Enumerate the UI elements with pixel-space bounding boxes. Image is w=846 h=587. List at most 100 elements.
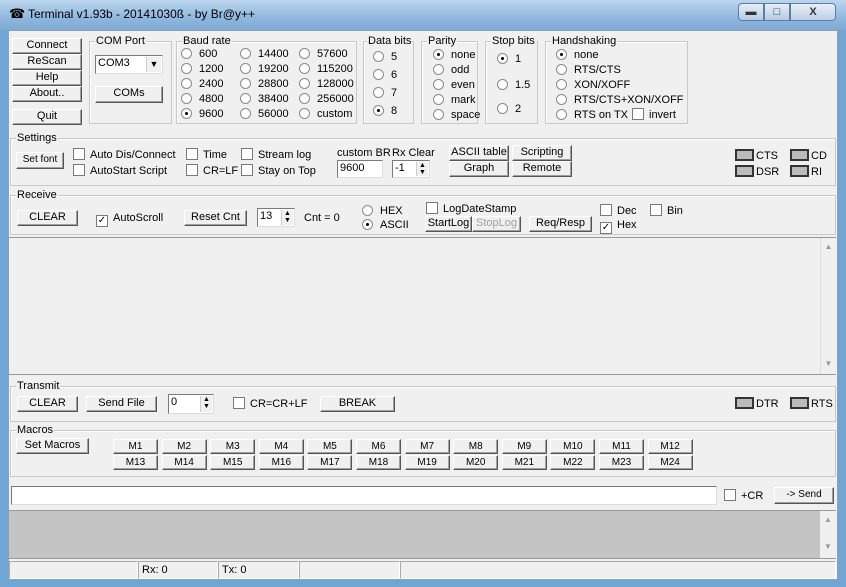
reset-cnt-button[interactable]: Reset Cnt <box>184 210 247 226</box>
baud-radio-57600[interactable]: 57600 <box>299 48 348 61</box>
transmit-clear-button[interactable]: CLEAR <box>17 396 78 412</box>
data-bits-radio-8[interactable]: 8 <box>373 105 397 118</box>
cr-lf-checkbox[interactable]: CR=LF <box>186 164 238 178</box>
macro-button-m19[interactable]: M19 <box>404 455 450 470</box>
macro-button-m5[interactable]: M5 <box>307 439 353 454</box>
data-bits-radio-6[interactable]: 6 <box>373 69 397 82</box>
baud-radio-256000[interactable]: 256000 <box>299 93 354 106</box>
handshaking-radio-rts-cts-xon-xoff[interactable]: RTS/CTS+XON/XOFF <box>556 94 684 107</box>
dec-checkbox[interactable]: Dec <box>600 204 637 218</box>
baud-radio-115200[interactable]: 115200 <box>299 63 353 76</box>
parity-radio-space[interactable]: space <box>433 109 480 122</box>
invert-checkbox[interactable]: invert <box>632 108 676 122</box>
baud-radio-2400[interactable]: 2400 <box>181 78 223 91</box>
graph-button[interactable]: Graph <box>449 161 509 177</box>
start-log-button[interactable]: StartLog <box>425 216 472 232</box>
macro-button-m20[interactable]: M20 <box>453 455 499 470</box>
macro-button-m9[interactable]: M9 <box>501 439 547 454</box>
stop-bits-radio-1[interactable]: 1 <box>497 53 521 66</box>
autoscroll-checkbox[interactable]: ✓ AutoScroll <box>96 212 163 227</box>
macro-button-m15[interactable]: M15 <box>210 455 256 470</box>
quit-button[interactable]: Quit <box>12 109 82 125</box>
baud-radio-38400[interactable]: 38400 <box>240 93 289 106</box>
coms-button[interactable]: COMs <box>95 86 163 103</box>
cr-cr-lf-checkbox[interactable]: CR=CR+LF <box>233 397 307 411</box>
set-font-button[interactable]: Set font <box>16 152 64 169</box>
spinner-arrows-icon[interactable]: ▲ ▼ <box>200 396 212 412</box>
baud-radio-19200[interactable]: 19200 <box>240 63 289 76</box>
parity-radio-odd[interactable]: odd <box>433 64 469 77</box>
parity-radio-mark[interactable]: mark <box>433 94 475 107</box>
dtr-indicator[interactable]: DTR <box>735 397 779 411</box>
macro-button-m2[interactable]: M2 <box>161 439 207 454</box>
macro-button-m10[interactable]: M10 <box>550 439 596 454</box>
handshaking-radio-xon-xoff[interactable]: XON/XOFF <box>556 79 630 92</box>
baud-radio-56000[interactable]: 56000 <box>240 108 289 121</box>
macro-button-m14[interactable]: M14 <box>161 455 207 470</box>
handshaking-radio-rts-on-tx[interactable]: RTS on TX <box>556 109 628 122</box>
macro-button-m21[interactable]: M21 <box>501 455 547 470</box>
chevron-down-icon[interactable]: ▼ <box>146 57 161 72</box>
history-area[interactable] <box>8 510 836 559</box>
stop-bits-radio-2[interactable]: 2 <box>497 103 521 116</box>
receive-scrollbar[interactable]: ▲ ▼ <box>820 238 836 374</box>
baud-radio-1200[interactable]: 1200 <box>181 63 223 76</box>
history-scrollbar[interactable]: ▲ ▼ <box>820 511 836 558</box>
baud-radio-28800[interactable]: 28800 <box>240 78 289 91</box>
macro-button-m22[interactable]: M22 <box>550 455 596 470</box>
log-date-stamp-checkbox[interactable]: LogDateStamp <box>426 202 516 216</box>
macro-button-m16[interactable]: M16 <box>258 455 304 470</box>
baud-radio-128000[interactable]: 128000 <box>299 78 354 91</box>
macro-button-m12[interactable]: M12 <box>647 439 693 454</box>
macro-button-m4[interactable]: M4 <box>258 439 304 454</box>
macro-button-m7[interactable]: M7 <box>404 439 450 454</box>
bin-checkbox[interactable]: Bin <box>650 204 683 218</box>
baud-radio-9600[interactable]: 9600 <box>181 108 223 121</box>
ascii-table-button[interactable]: ASCII table <box>449 145 509 161</box>
minimize-button[interactable]: ▬ <box>738 3 764 21</box>
baud-radio-600[interactable]: 600 <box>181 48 217 61</box>
send-input[interactable] <box>11 486 717 505</box>
macro-button-m6[interactable]: M6 <box>356 439 401 454</box>
receive-text-area[interactable] <box>8 237 836 375</box>
macro-button-m1[interactable]: M1 <box>113 439 158 454</box>
handshaking-radio-rts-cts[interactable]: RTS/CTS <box>556 64 621 77</box>
help-button[interactable]: Help <box>12 70 82 86</box>
parity-radio-none[interactable]: none <box>433 49 475 62</box>
rescan-button[interactable]: ReScan <box>12 54 82 70</box>
plus-cr-checkbox[interactable]: +CR <box>724 489 763 503</box>
rts-indicator[interactable]: RTS <box>790 397 833 411</box>
maximize-button[interactable]: □ <box>764 3 790 21</box>
hex-checkbox[interactable]: ✓ Hex <box>600 219 637 234</box>
set-macros-button[interactable]: Set Macros <box>16 438 89 454</box>
auto-dis-connect-checkbox[interactable]: Auto Dis/Connect <box>73 148 176 162</box>
macro-button-m11[interactable]: M11 <box>599 439 644 454</box>
spinner-arrows-icon[interactable]: ▲ ▼ <box>416 162 428 176</box>
receive-clear-button[interactable]: CLEAR <box>17 210 78 226</box>
about-button[interactable]: About.. <box>12 86 82 102</box>
macro-button-m23[interactable]: M23 <box>599 455 644 470</box>
stream-log-checkbox[interactable]: Stream log <box>241 148 311 162</box>
macro-button-m18[interactable]: M18 <box>356 455 401 470</box>
ascii-radio[interactable]: ASCII <box>362 219 409 232</box>
transmit-spinner[interactable]: 0 ▲ ▼ <box>168 394 214 414</box>
connect-button[interactable]: Connect <box>12 38 82 54</box>
send-file-button[interactable]: Send File <box>86 396 157 412</box>
send-button[interactable]: -> Send <box>774 487 834 504</box>
remote-button[interactable]: Remote <box>512 161 572 177</box>
parity-radio-even[interactable]: even <box>433 79 475 92</box>
req-resp-button[interactable]: Req/Resp <box>529 216 592 232</box>
baud-radio-14400[interactable]: 14400 <box>240 48 289 61</box>
stop-log-button[interactable]: StopLog <box>472 216 521 232</box>
stay-on-top-checkbox[interactable]: Stay on Top <box>241 164 316 178</box>
baud-radio-custom[interactable]: custom <box>299 108 352 121</box>
macro-button-m3[interactable]: M3 <box>210 439 256 454</box>
handshaking-radio-none[interactable]: none <box>556 49 598 62</box>
data-bits-radio-7[interactable]: 7 <box>373 87 397 100</box>
baud-radio-4800[interactable]: 4800 <box>181 93 223 106</box>
com-port-select[interactable]: COM3 ▼ <box>95 55 163 74</box>
macro-button-m13[interactable]: M13 <box>113 455 158 470</box>
macro-button-m24[interactable]: M24 <box>647 455 693 470</box>
scripting-button[interactable]: Scripting <box>512 145 572 161</box>
cnt-spinner[interactable]: 13 ▲ ▼ <box>257 208 295 227</box>
